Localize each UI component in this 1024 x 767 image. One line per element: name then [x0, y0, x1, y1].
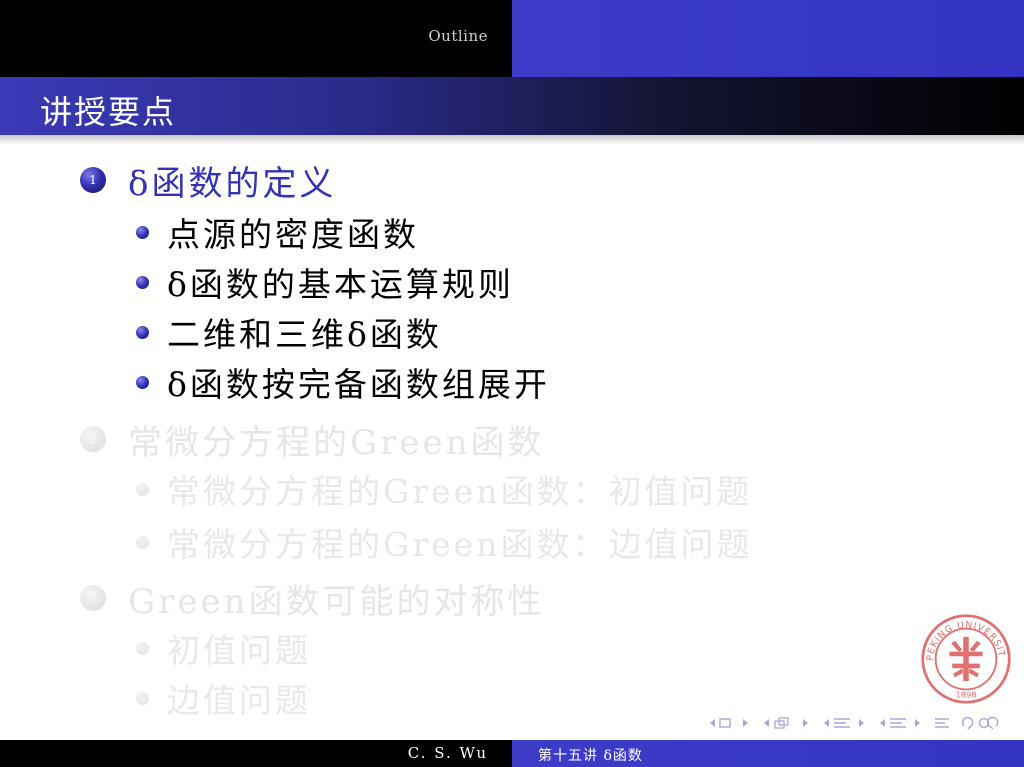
bullet-icon [136, 225, 149, 239]
outline-subsection[interactable]: 二维和三维δ函数 [136, 309, 442, 355]
chapter-nav-icon[interactable] [878, 716, 922, 730]
navigation-symbols [708, 716, 1002, 730]
headline-left: Outline [0, 0, 512, 77]
subsection-title: 初值问题 [167, 631, 311, 670]
footline-left: C. S. Wu [0, 740, 512, 767]
bullet-icon [136, 482, 149, 496]
subsection-title: 常微分方程的Green函数：初值问题 [167, 472, 753, 511]
bullet-icon [136, 691, 149, 705]
peking-university-seal-icon: PEKING UNIVERSITY 1898 [920, 613, 1011, 704]
subsection-title: δ函数的基本运算规则 [167, 265, 514, 304]
footline-right: 第十五讲 δ函数 [512, 740, 1024, 767]
outline-subsection[interactable]: 边值问题 [136, 675, 311, 721]
frame-nav-icon[interactable] [708, 717, 750, 729]
subsection-title: δ函数按完备函数组展开 [167, 365, 550, 404]
toc-nav-icon[interactable] [934, 716, 950, 730]
outline-subsection[interactable]: δ函数的基本运算规则 [136, 259, 514, 305]
bullet-icon [136, 275, 149, 289]
frame-title: 讲授要点 [40, 93, 177, 131]
bullet-icon [136, 325, 149, 339]
outline-subsection[interactable]: 常微分方程的Green函数：初值问题 [136, 466, 752, 512]
bullet-icon [136, 641, 149, 655]
headline-right [512, 0, 1024, 77]
section-title: Green函数可能的对称性 [128, 581, 545, 622]
subsection-title: 点源的密度函数 [167, 215, 419, 254]
section-number-ball: 1 [80, 167, 106, 193]
outline-section-3[interactable]: 3 Green函数可能的对称性 [80, 573, 545, 623]
section-nav-icon[interactable] [822, 716, 866, 730]
title-bar-shadow [0, 135, 1024, 145]
subsection-title: 边值问题 [167, 681, 311, 720]
search-zoom-icon[interactable] [962, 716, 1002, 730]
section-number-ball: 2 [80, 426, 106, 452]
outline-subsection[interactable]: 点源的密度函数 [136, 209, 419, 255]
bullet-icon [136, 535, 149, 549]
headline-section[interactable]: Outline [428, 27, 488, 45]
section-number-ball: 3 [80, 585, 106, 611]
frame-title-bar: 讲授要点 [0, 77, 1024, 135]
outline-subsection[interactable]: δ函数按完备函数组展开 [136, 359, 550, 405]
subsection-nav-icon[interactable] [762, 716, 810, 730]
section-title: 常微分方程的Green函数 [128, 422, 545, 463]
outline-subsection[interactable]: 常微分方程的Green函数：边值问题 [136, 519, 752, 565]
outline-section-1[interactable]: 1 δ函数的定义 [80, 155, 336, 205]
subsection-title: 二维和三维δ函数 [167, 315, 442, 354]
outline-subsection[interactable]: 初值问题 [136, 625, 311, 671]
seal-year: 1898 [955, 690, 976, 700]
subsection-title: 常微分方程的Green函数：边值问题 [167, 525, 753, 564]
section-title: δ函数的定义 [128, 163, 337, 204]
bullet-icon [136, 375, 149, 389]
footer-title: 第十五讲 δ函数 [538, 748, 643, 764]
outline-section-2[interactable]: 2 常微分方程的Green函数 [80, 414, 545, 464]
footer-author: C. S. Wu [407, 744, 488, 762]
